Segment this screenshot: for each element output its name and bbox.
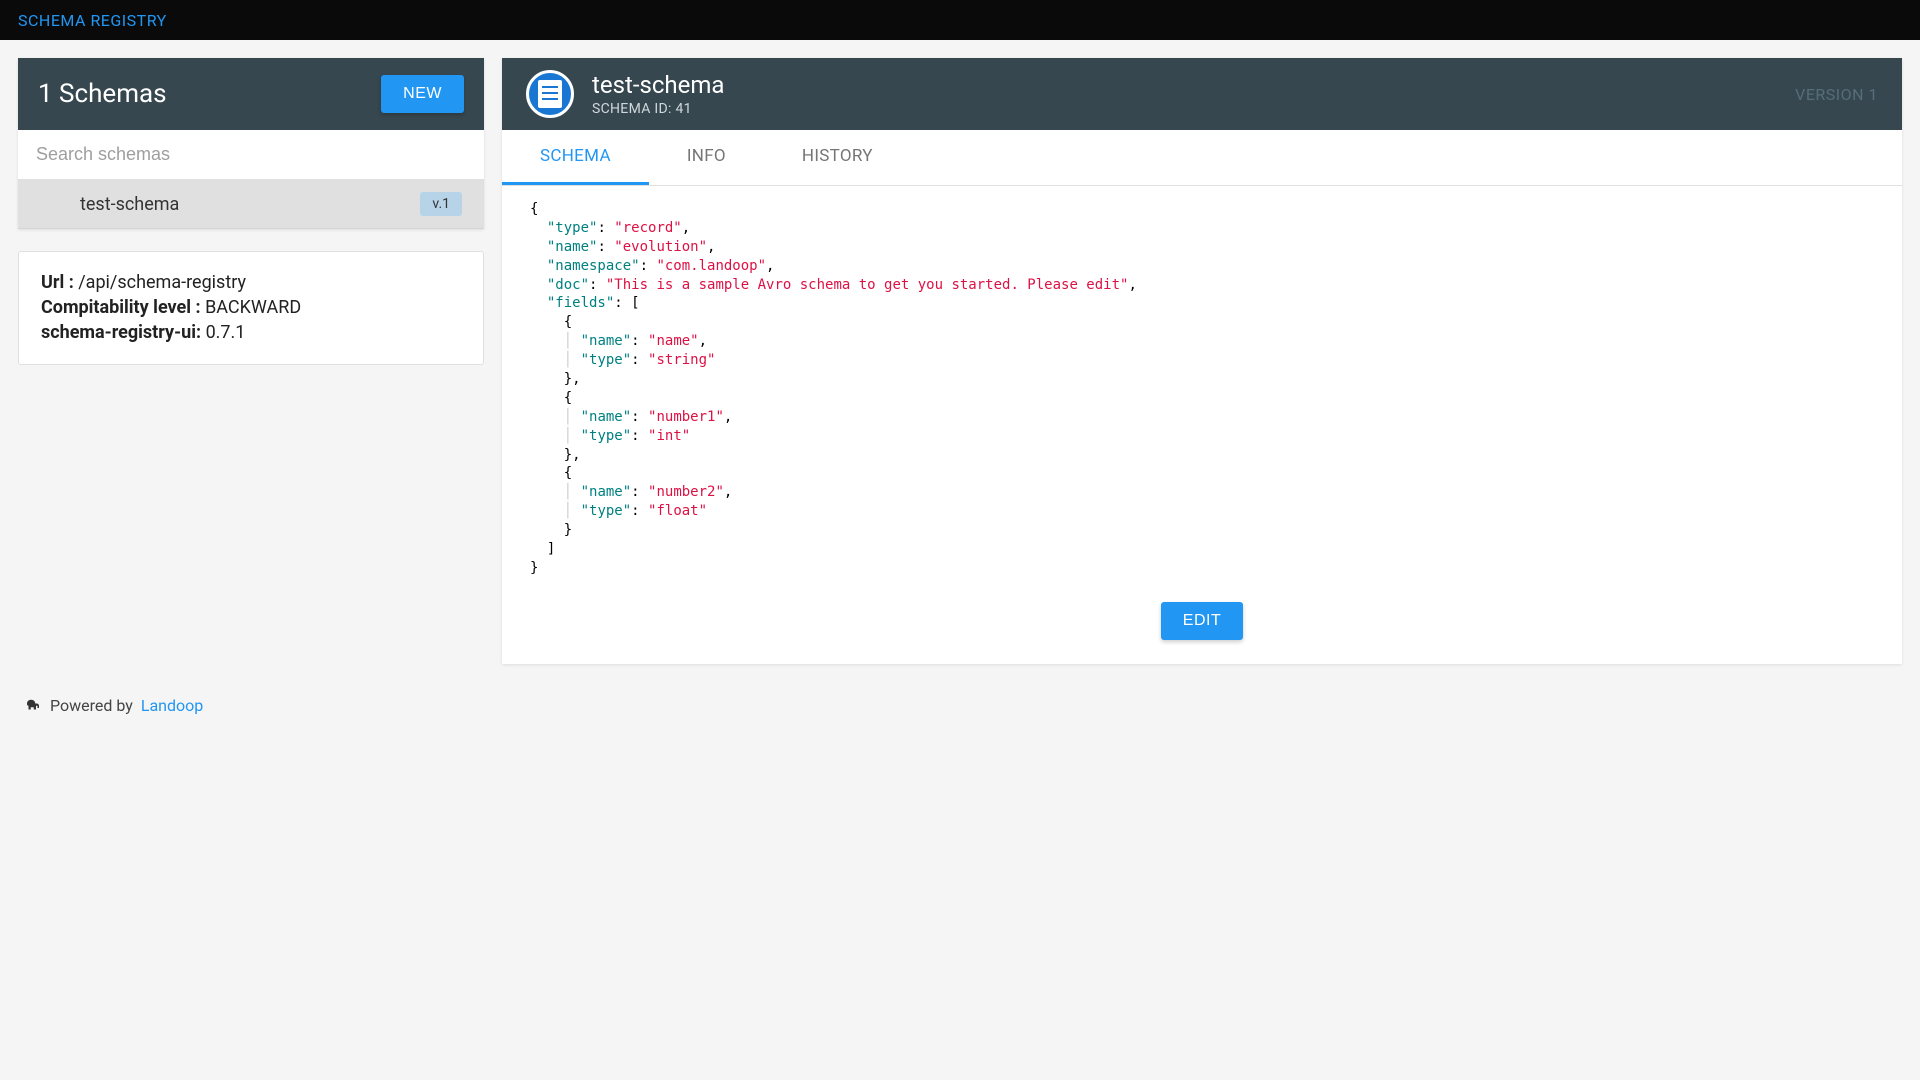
topbar: SCHEMA REGISTRY — [0, 0, 1920, 40]
schema-version-badge: v.1 — [420, 192, 462, 216]
right-column: test-schema SCHEMA ID: 41 VERSION 1 SCHE… — [502, 58, 1902, 664]
info-compat-value: BACKWARD — [205, 297, 301, 318]
edit-button[interactable]: EDIT — [1161, 602, 1243, 640]
tab-history[interactable]: HISTORY — [764, 130, 911, 185]
schema-version-label: VERSION 1 — [1795, 85, 1878, 104]
footer-landoop-link[interactable]: Landoop — [141, 696, 203, 715]
schemas-panel-header: 1 Schemas NEW — [18, 58, 484, 130]
search-row — [18, 130, 484, 180]
search-input[interactable] — [18, 130, 484, 179]
left-column: 1 Schemas NEW test-schema v.1 Url : /api… — [18, 58, 484, 664]
schemas-panel: 1 Schemas NEW test-schema v.1 — [18, 58, 484, 229]
info-compat-label: Compitability level : — [41, 297, 201, 318]
main-container: 1 Schemas NEW test-schema v.1 Url : /api… — [0, 40, 1920, 682]
info-url-value: /api/schema-registry — [78, 272, 246, 293]
schema-code-viewer: { "type": "record", "name": "evolution",… — [502, 186, 1902, 602]
schemas-count-title: 1 Schemas — [38, 79, 167, 109]
app-title[interactable]: SCHEMA REGISTRY — [18, 11, 167, 30]
tab-info[interactable]: INFO — [649, 130, 764, 185]
schema-detail-panel: test-schema SCHEMA ID: 41 VERSION 1 SCHE… — [502, 58, 1902, 664]
schema-code-pre: { "type": "record", "name": "evolution",… — [530, 200, 1874, 578]
schema-title: test-schema — [592, 71, 1795, 99]
footer-powered-by: Powered by — [50, 696, 133, 715]
elephant-icon — [24, 696, 42, 714]
info-compat-line: Compitability level : BACKWARD — [41, 295, 461, 320]
schema-header-text: test-schema SCHEMA ID: 41 — [592, 71, 1795, 117]
tab-schema[interactable]: SCHEMA — [502, 130, 649, 185]
footer: Powered by Landoop — [0, 682, 1920, 729]
detail-tabs: SCHEMA INFO HISTORY — [502, 130, 1902, 186]
document-icon — [526, 70, 574, 118]
schema-list-item-name: test-schema — [80, 194, 179, 215]
registry-info-box: Url : /api/schema-registry Compitability… — [18, 251, 484, 365]
list-item[interactable]: test-schema v.1 — [18, 180, 484, 229]
info-ui-line: schema-registry-ui: 0.7.1 — [41, 320, 461, 345]
info-url-label: Url : — [41, 272, 74, 293]
info-ui-label: schema-registry-ui: — [41, 322, 201, 343]
info-ui-value: 0.7.1 — [206, 322, 246, 343]
info-url-line: Url : /api/schema-registry — [41, 270, 461, 295]
new-schema-button[interactable]: NEW — [381, 75, 464, 113]
schema-id-label: SCHEMA ID: 41 — [592, 101, 1795, 117]
schema-detail-header: test-schema SCHEMA ID: 41 VERSION 1 — [502, 58, 1902, 130]
edit-row: EDIT — [502, 602, 1902, 664]
